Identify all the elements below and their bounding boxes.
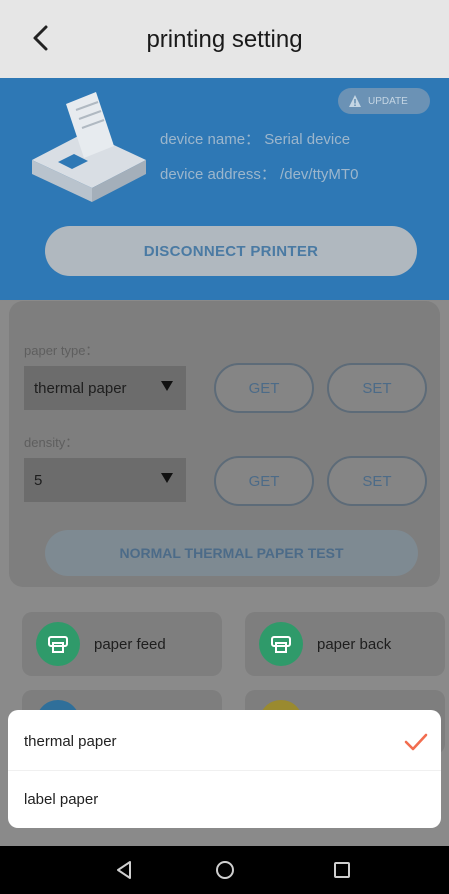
device-name: device name： Serial device xyxy=(160,131,351,148)
home-circle-icon[interactable] xyxy=(213,858,237,882)
warning-icon xyxy=(349,95,361,107)
paper-type-get-button[interactable]: GET xyxy=(214,363,314,413)
printer-illustration-icon xyxy=(32,92,146,202)
option-thermal-paper[interactable]: thermal paper xyxy=(8,712,441,770)
density-get-button[interactable]: GET xyxy=(214,456,314,506)
option-label: thermal paper xyxy=(24,732,117,750)
disconnect-printer-button[interactable]: DISCONNECT PRINTER xyxy=(45,226,417,276)
paper-type-sheet: thermal paper label paper xyxy=(8,710,441,828)
system-nav-bar xyxy=(0,846,449,894)
paper-back-tile[interactable]: paper back xyxy=(245,612,445,676)
option-label-paper[interactable]: label paper xyxy=(8,770,441,828)
density-select[interactable]: 5 xyxy=(24,458,186,502)
paper-type-set-button[interactable]: SET xyxy=(327,363,427,413)
option-label: label paper xyxy=(24,790,99,808)
paper-type-label: paper type： xyxy=(24,343,99,358)
update-button[interactable]: UPDATE xyxy=(338,88,430,114)
page-title: printing setting xyxy=(146,26,303,53)
printer-icon xyxy=(36,622,80,666)
paper-type-select[interactable]: thermal paper xyxy=(24,366,186,410)
paper-feed-tile[interactable]: paper feed xyxy=(22,612,222,676)
recents-square-icon[interactable] xyxy=(330,858,354,882)
paper-back-label: paper back xyxy=(317,635,392,653)
printer-icon xyxy=(259,622,303,666)
checkmark-icon xyxy=(404,733,428,751)
density-set-button[interactable]: SET xyxy=(327,456,427,506)
dropdown-arrow-icon xyxy=(161,381,173,391)
device-address: device address： /dev/ttyMT0 xyxy=(160,166,359,183)
density-value: 5 xyxy=(34,471,43,489)
back-triangle-icon[interactable] xyxy=(112,858,136,882)
dropdown-arrow-icon xyxy=(161,473,173,483)
normal-thermal-paper-test-button[interactable]: NORMAL THERMAL PAPER TEST xyxy=(45,530,418,576)
paper-type-value: thermal paper xyxy=(34,379,127,397)
update-label: UPDATE xyxy=(368,95,408,107)
top-bar: printing setting xyxy=(0,0,449,78)
density-label: density： xyxy=(24,435,79,450)
paper-feed-label: paper feed xyxy=(94,635,166,653)
